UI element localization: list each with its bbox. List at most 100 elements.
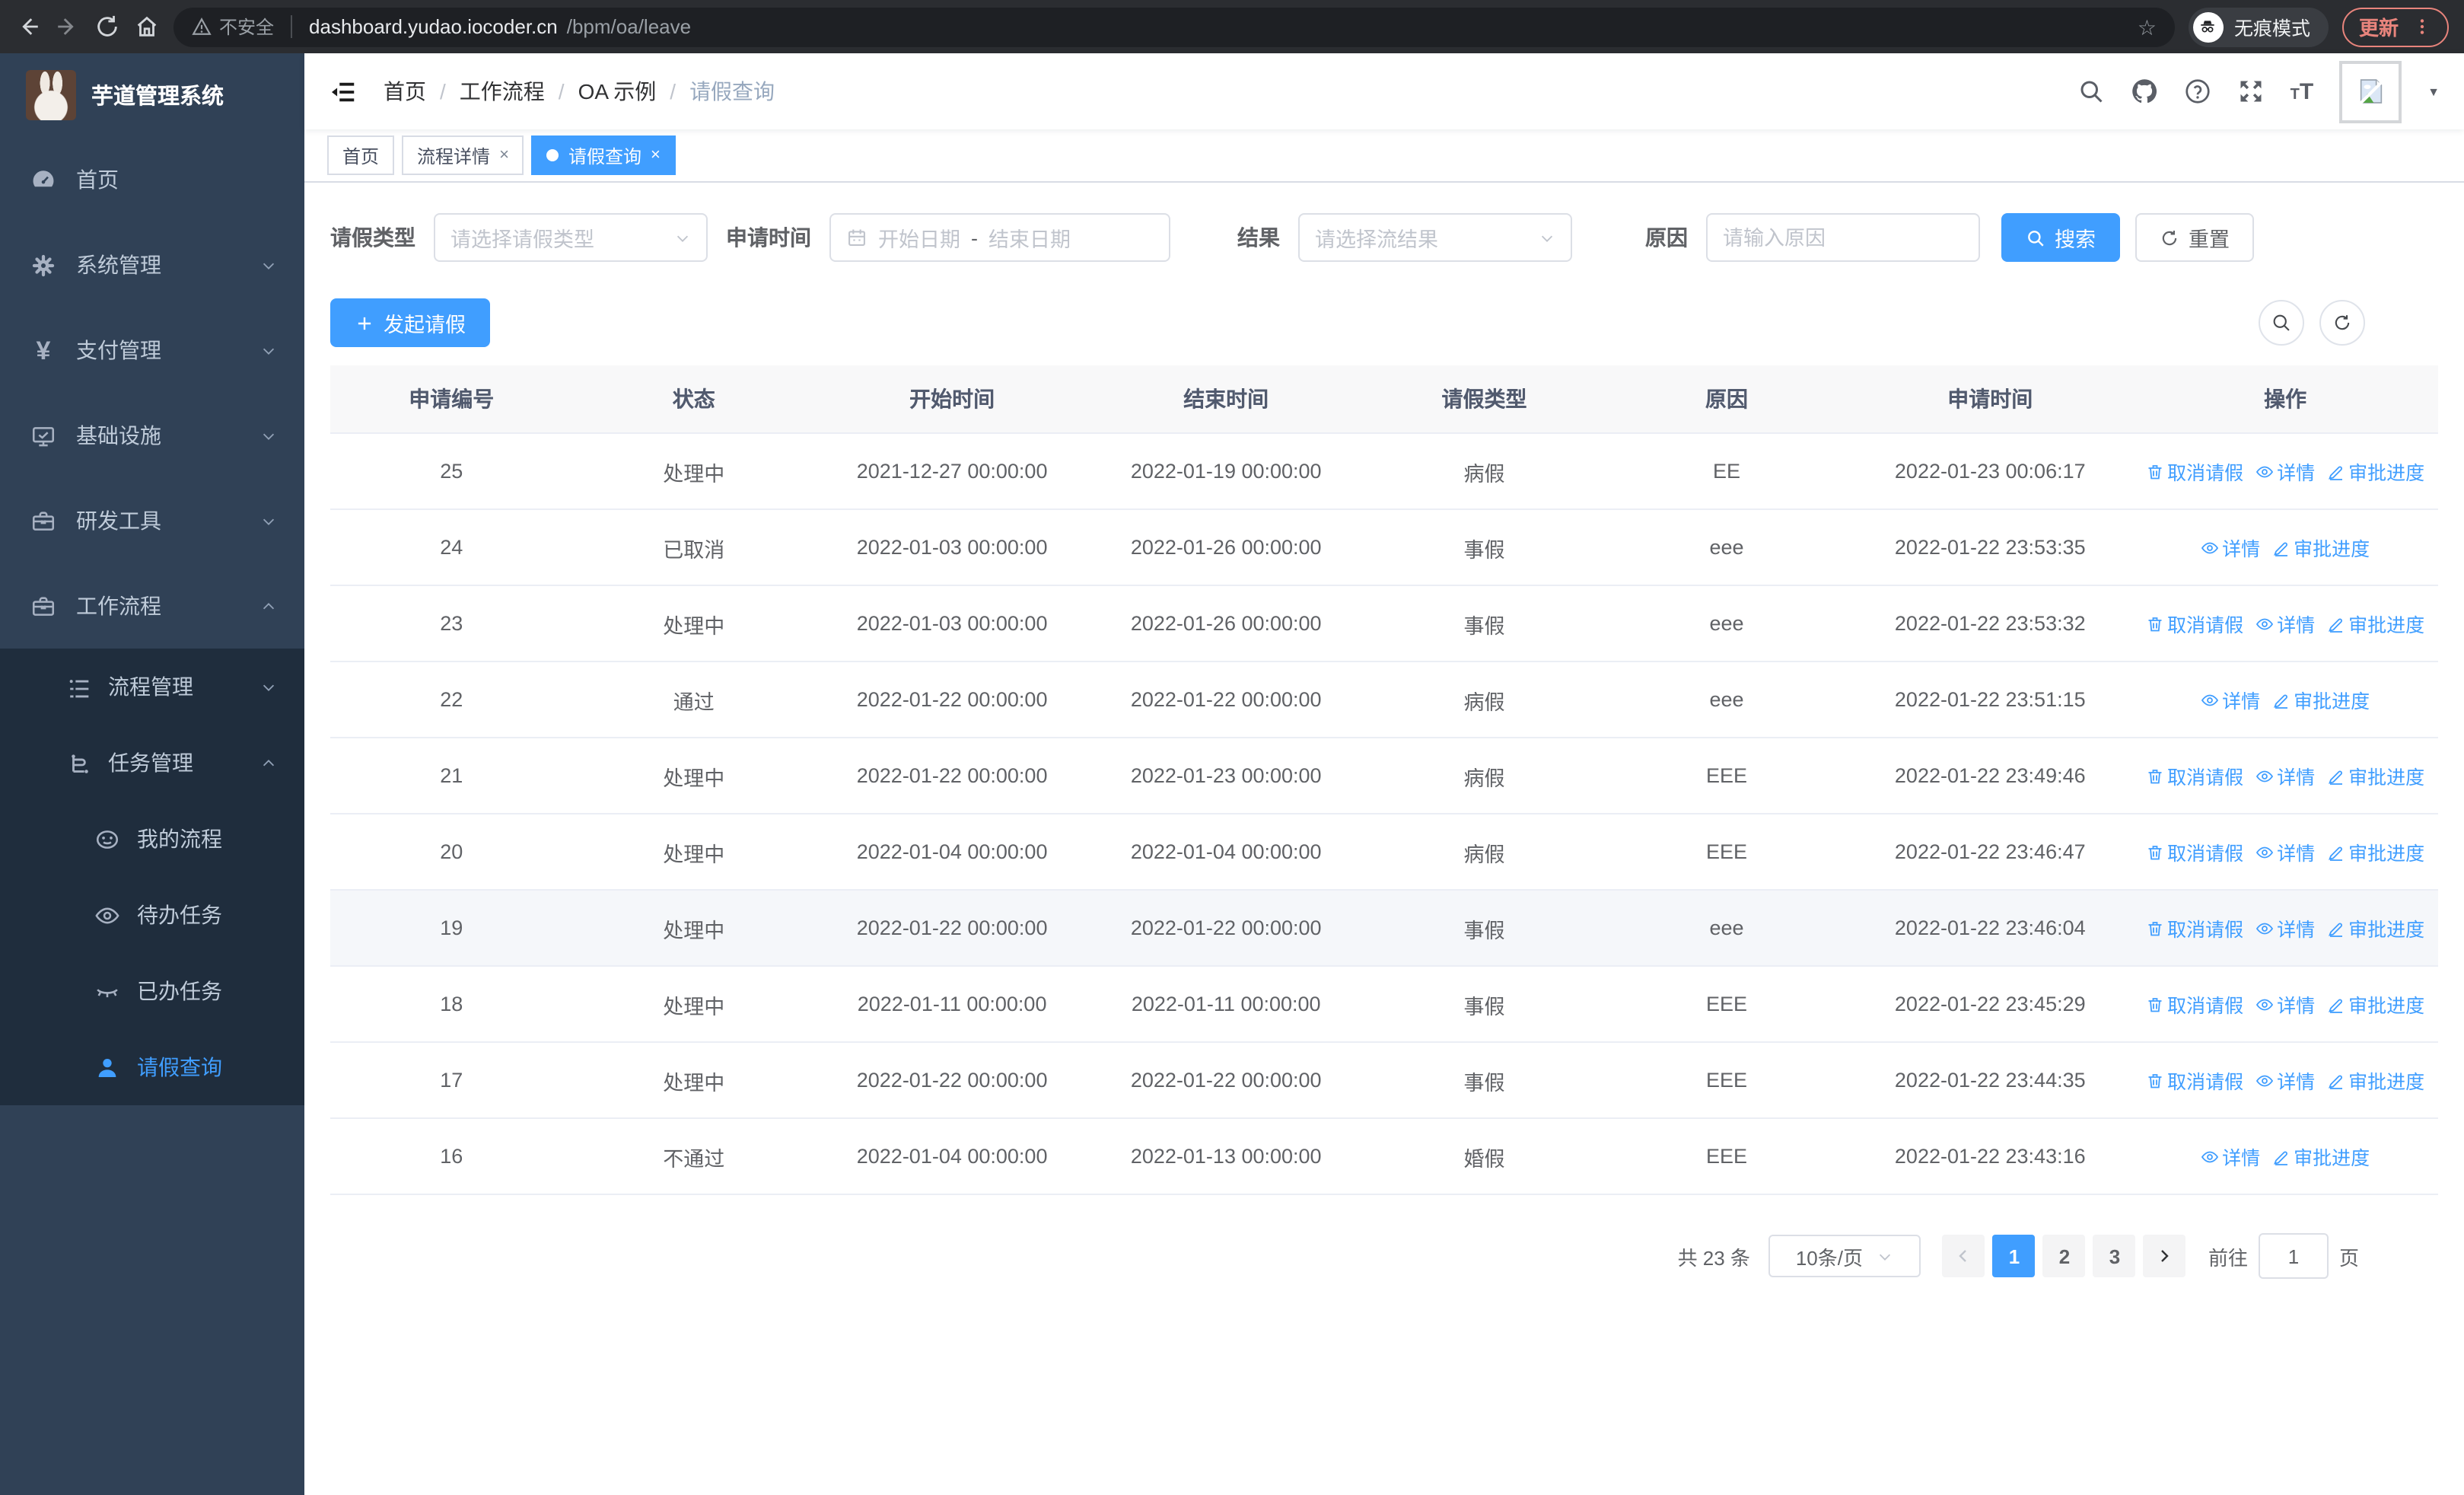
font-size-icon[interactable]: TT [2291, 80, 2314, 103]
detail-link[interactable]: 详情 [2255, 457, 2315, 486]
cell-reason: eee [1605, 890, 1848, 967]
cancel-leave-link[interactable]: 取消请假 [2146, 761, 2243, 790]
tab-leave-query[interactable]: 请假查询 × [531, 135, 676, 175]
chevron-down-icon [263, 684, 275, 690]
breadcrumb-oa-example[interactable]: OA 示例 [578, 76, 657, 107]
cell-actions: 详情 审批进度 [2132, 1118, 2438, 1195]
approval-progress-link[interactable]: 审批进度 [2327, 990, 2424, 1018]
page-size-select[interactable]: 10条/页 [1768, 1235, 1921, 1277]
tab-home[interactable]: 首页 [327, 135, 395, 175]
bookmark-star-icon[interactable]: ☆ [2138, 16, 2157, 37]
browser-reload-icon[interactable] [94, 14, 120, 40]
cancel-leave-link[interactable]: 取消请假 [2146, 837, 2243, 866]
sidebar-item-done-tasks[interactable]: 已办任务 [0, 953, 304, 1029]
approval-progress-link[interactable]: 审批进度 [2272, 685, 2370, 714]
detail-link[interactable]: 详情 [2255, 1066, 2315, 1095]
reset-button[interactable]: 重置 [2135, 213, 2254, 262]
detail-link[interactable]: 详情 [2201, 533, 2260, 562]
close-icon[interactable]: × [651, 146, 661, 164]
leave-type-select[interactable]: 请选择请假类型 [434, 213, 708, 262]
approval-progress-link[interactable]: 审批进度 [2327, 1066, 2424, 1095]
trash-icon [2148, 769, 2162, 783]
sidebar-item-task-mgmt[interactable]: 任务管理 [0, 725, 304, 801]
page-button-1[interactable]: 1 [1992, 1235, 2036, 1277]
approval-progress-link[interactable]: 审批进度 [2327, 837, 2424, 866]
prev-page-button[interactable] [1942, 1235, 1985, 1277]
next-page-button[interactable] [2143, 1235, 2186, 1277]
update-button[interactable]: 更新 [2341, 7, 2449, 46]
browser-back-icon[interactable] [15, 14, 41, 40]
leave-type-label: 请假类型 [330, 225, 415, 250]
sidebar-item-infrastructure[interactable]: 基础设施 [0, 393, 304, 478]
refresh-table-button[interactable] [2319, 300, 2365, 346]
apply-time-range-picker[interactable]: 开始日期 - 结束日期 [829, 213, 1170, 262]
sidebar-item-workflow[interactable]: 工作流程 [0, 563, 304, 649]
approval-progress-link[interactable]: 审批进度 [2272, 533, 2370, 562]
detail-link[interactable]: 详情 [2201, 1142, 2260, 1171]
breadcrumb-home[interactable]: 首页 [384, 76, 426, 107]
cancel-leave-link[interactable]: 取消请假 [2146, 990, 2243, 1018]
eye-icon [2256, 998, 2274, 1010]
detail-link[interactable]: 详情 [2201, 685, 2260, 714]
approval-progress-link[interactable]: 审批进度 [2327, 609, 2424, 638]
sidebar-item-devtools[interactable]: 研发工具 [0, 478, 304, 563]
browser-menu-dots-icon[interactable] [2412, 17, 2432, 37]
goto-page-input[interactable] [2258, 1233, 2329, 1279]
cell-end-time: 2022-01-26 00:00:00 [1089, 509, 1364, 586]
toggle-search-button[interactable] [2259, 300, 2304, 346]
cell-apply-time: 2022-01-22 23:44:35 [1848, 1042, 2133, 1119]
cancel-leave-link[interactable]: 取消请假 [2146, 457, 2243, 486]
detail-link[interactable]: 详情 [2255, 609, 2315, 638]
cell-id: 22 [330, 661, 573, 738]
approval-progress-link[interactable]: 审批进度 [2327, 457, 2424, 486]
breadcrumb-workflow[interactable]: 工作流程 [460, 76, 545, 107]
fullscreen-icon[interactable] [2237, 78, 2265, 105]
browser-home-icon[interactable] [134, 14, 160, 40]
github-icon[interactable] [2131, 78, 2158, 105]
approval-progress-link[interactable]: 审批进度 [2272, 1142, 2370, 1171]
edit-icon [2329, 922, 2343, 936]
result-select[interactable]: 请选择流结果 [1298, 213, 1572, 262]
detail-link[interactable]: 详情 [2255, 761, 2315, 790]
tab-process-detail[interactable]: 流程详情 × [402, 135, 524, 175]
cancel-leave-link[interactable]: 取消请假 [2146, 913, 2243, 942]
cancel-leave-link[interactable]: 取消请假 [2146, 609, 2243, 638]
sidebar-item-leave-query[interactable]: 请假查询 [0, 1029, 304, 1105]
reason-input[interactable] [1708, 215, 1979, 260]
avatar-caret-icon[interactable]: ▼ [2427, 84, 2440, 98]
pager: 123 [1939, 1235, 2190, 1277]
sidebar-fold-icon[interactable] [329, 77, 358, 106]
logo-image [26, 70, 76, 120]
cell-status: 处理中 [572, 966, 816, 1043]
search-icon[interactable] [2077, 78, 2105, 105]
detail-link[interactable]: 详情 [2255, 837, 2315, 866]
url-bar[interactable]: 不安全 dashboard.yudao.iocoder.cn/bpm/oa/le… [173, 7, 2175, 46]
sidebar-item-my-process[interactable]: 我的流程 [0, 801, 304, 877]
sidebar-item-home[interactable]: 首页 [0, 137, 304, 222]
sidebar-item-payment[interactable]: ¥ 支付管理 [0, 308, 304, 393]
detail-link[interactable]: 详情 [2255, 913, 2315, 942]
approval-progress-link[interactable]: 审批进度 [2327, 913, 2424, 942]
cell-id: 24 [330, 509, 573, 586]
browser-forward-icon[interactable] [55, 14, 81, 40]
detail-link[interactable]: 详情 [2255, 990, 2315, 1018]
security-chip[interactable]: 不安全 [192, 14, 274, 40]
page-button-3[interactable]: 3 [2093, 1235, 2136, 1277]
help-icon[interactable] [2184, 78, 2211, 105]
close-icon[interactable]: × [499, 146, 509, 164]
create-leave-button[interactable]: 发起请假 [330, 298, 490, 347]
avatar[interactable] [2339, 60, 2402, 123]
sidebar-item-process-mgmt[interactable]: 流程管理 [0, 649, 304, 725]
edit-icon [2274, 1150, 2288, 1165]
col-start: 开始时间 [815, 365, 1090, 434]
page-button-2[interactable]: 2 [2042, 1235, 2086, 1277]
cell-id: 21 [330, 738, 573, 814]
cell-start-time: 2021-12-27 00:00:00 [815, 433, 1090, 510]
cell-leave-type: 事假 [1363, 585, 1606, 662]
sidebar-item-system[interactable]: 系统管理 [0, 222, 304, 308]
search-button[interactable]: 搜索 [2001, 213, 2120, 262]
cancel-leave-link[interactable]: 取消请假 [2146, 1066, 2243, 1095]
approval-progress-link[interactable]: 审批进度 [2327, 761, 2424, 790]
warning-icon [192, 18, 212, 35]
sidebar-item-todo-tasks[interactable]: 待办任务 [0, 877, 304, 953]
